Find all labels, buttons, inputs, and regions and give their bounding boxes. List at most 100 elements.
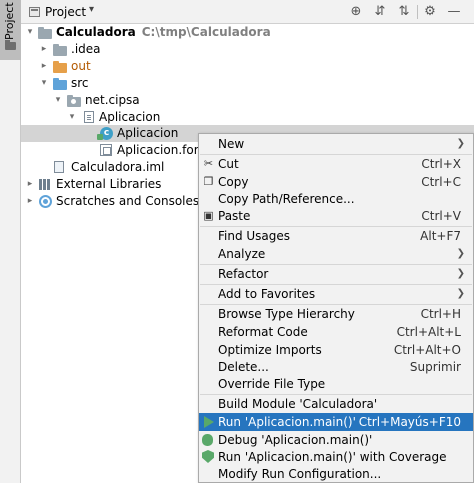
tree-node-root[interactable]: ▾ Calculadora C:\tmp\Calculadora xyxy=(21,24,474,41)
menu-shortcut: Ctrl+V xyxy=(421,209,461,223)
menu-item-add-favorites[interactable]: Add to Favorites ❯ xyxy=(199,285,473,303)
menu-label: Build Module 'Calculadora' xyxy=(218,397,378,411)
aplicacion-group-label: Aplicacion xyxy=(99,110,161,124)
scratches-icon xyxy=(39,195,52,208)
menu-label: Analyze xyxy=(218,247,266,261)
menu-item-delete[interactable]: Delete... Suprimir xyxy=(199,358,473,376)
cut-icon: ✂ xyxy=(203,157,214,170)
submenu-arrow-icon: ❯ xyxy=(456,268,465,279)
menu-item-browse-hierarchy[interactable]: Browse Type Hierarchy Ctrl+H xyxy=(199,305,473,323)
menu-item-reformat[interactable]: Reformat Code Ctrl+Alt+L xyxy=(199,323,473,341)
aplicacion-form-label: Aplicacion.form xyxy=(117,143,211,157)
menu-item-override-type[interactable]: Override File Type xyxy=(199,375,473,393)
out-label: out xyxy=(71,59,91,73)
menu-label: Paste xyxy=(218,209,251,223)
submenu-arrow-icon: ❯ xyxy=(456,288,465,299)
menu-item-new[interactable]: New ❯ xyxy=(199,135,473,153)
package-icon xyxy=(67,95,81,107)
menu-shortcut: Ctrl+H xyxy=(420,307,461,321)
module-folder-icon xyxy=(38,27,52,39)
submenu-arrow-icon: ❯ xyxy=(456,248,465,259)
toolbar-divider xyxy=(417,5,418,19)
aplicacion-class-label: Aplicacion xyxy=(117,126,179,140)
submenu-arrow-icon: ❯ xyxy=(456,138,465,149)
tree-node-idea[interactable]: ▸ .idea xyxy=(21,41,474,58)
collapsed-arrow-icon[interactable]: ▸ xyxy=(39,58,49,75)
menu-item-copy-path[interactable]: Copy Path/Reference... xyxy=(199,190,473,208)
context-menu: New ❯ ✂ Cut Ctrl+X ❐ Copy Ctrl+C Copy Pa… xyxy=(198,133,474,483)
menu-label: Debug 'Aplicacion.main()' xyxy=(218,433,373,447)
collapse-all-icon[interactable]: ⇅ xyxy=(395,3,413,21)
src-label: src xyxy=(71,76,89,90)
locate-icon[interactable]: ⊕ xyxy=(347,3,365,21)
menu-item-optimize-imports[interactable]: Optimize Imports Ctrl+Alt+O xyxy=(199,341,473,359)
tree-node-src[interactable]: ▾ src xyxy=(21,75,474,92)
gear-icon[interactable]: ⚙ xyxy=(421,3,439,21)
menu-item-cut[interactable]: ✂ Cut Ctrl+X xyxy=(199,155,473,173)
menu-label: Modify Run Configuration... xyxy=(218,467,382,481)
chevron-down-icon[interactable]: ▾ xyxy=(89,4,94,15)
root-path: C:\tmp\Calculadora xyxy=(141,25,271,39)
menu-shortcut: Ctrl+Mayús+F10 xyxy=(358,415,461,429)
tree-node-aplicacion-group[interactable]: ▾ Aplicacion xyxy=(21,109,474,126)
menu-item-analyze[interactable]: Analyze ❯ xyxy=(199,245,473,263)
external-libraries-label: External Libraries xyxy=(56,177,162,191)
menu-item-refactor[interactable]: Refactor ❯ xyxy=(199,265,473,283)
menu-item-run[interactable]: Run 'Aplicacion.main()' Ctrl+Mayús+F10 xyxy=(199,413,473,431)
java-class-icon: c xyxy=(97,127,113,140)
project-header: Project ▾ ⊕ ⇵ ⇅ ⚙ — xyxy=(21,0,474,24)
tree-node-out[interactable]: ▸ out xyxy=(21,58,474,75)
menu-item-paste[interactable]: ▣ Paste Ctrl+V xyxy=(199,207,473,225)
package-label: net.cipsa xyxy=(85,93,140,107)
folder-icon xyxy=(5,40,16,50)
paste-icon: ▣ xyxy=(203,209,214,222)
menu-item-coverage[interactable]: Run 'Aplicacion.main()' with Coverage xyxy=(199,448,473,466)
menu-shortcut: Ctrl+Alt+L xyxy=(396,325,461,339)
collapsed-arrow-icon[interactable]: ▸ xyxy=(25,193,35,210)
form-group-icon xyxy=(84,111,94,123)
run-icon xyxy=(204,416,214,428)
menu-label: Copy xyxy=(218,175,249,189)
expand-arrow-icon[interactable]: ▾ xyxy=(67,109,77,126)
collapsed-arrow-icon[interactable]: ▸ xyxy=(25,176,35,193)
expand-all-icon[interactable]: ⇵ xyxy=(371,3,389,21)
menu-item-debug[interactable]: Debug 'Aplicacion.main()' xyxy=(199,431,473,449)
menu-label: Delete... xyxy=(218,360,269,374)
menu-shortcut: Suprimir xyxy=(409,360,461,374)
menu-item-find-usages[interactable]: Find Usages Alt+F7 xyxy=(199,227,473,245)
project-tab-label: Project xyxy=(3,2,16,40)
hide-icon[interactable]: — xyxy=(445,3,463,21)
menu-item-modify-run[interactable]: Modify Run Configuration... xyxy=(199,465,473,483)
expand-arrow-icon[interactable]: ▾ xyxy=(39,75,49,92)
menu-item-build-module[interactable]: Build Module 'Calculadora' xyxy=(199,395,473,413)
menu-label: Cut xyxy=(218,157,239,171)
expand-arrow-icon[interactable]: ▾ xyxy=(25,24,35,41)
folder-icon xyxy=(53,44,67,56)
library-icon xyxy=(39,179,53,190)
tree-node-package[interactable]: ▾ net.cipsa xyxy=(21,92,474,109)
menu-label: Optimize Imports xyxy=(218,343,322,357)
menu-label: Reformat Code xyxy=(218,325,308,339)
iml-label: Calculadora.iml xyxy=(71,160,165,174)
tool-window-strip: Project xyxy=(0,0,21,483)
menu-shortcut: Ctrl+X xyxy=(421,157,461,171)
idea-label: .idea xyxy=(71,42,101,56)
copy-icon: ❐ xyxy=(203,175,214,188)
menu-label: New xyxy=(218,137,245,151)
form-file-icon xyxy=(100,144,112,156)
collapsed-arrow-icon[interactable]: ▸ xyxy=(39,41,49,58)
menu-label: Browse Type Hierarchy xyxy=(218,307,355,321)
scratches-label: Scratches and Consoles xyxy=(56,194,200,208)
project-tool-tab[interactable]: Project xyxy=(0,0,21,60)
excluded-folder-icon xyxy=(53,61,67,73)
menu-shortcut: Ctrl+Alt+O xyxy=(393,343,461,357)
source-folder-icon xyxy=(53,78,67,90)
menu-item-copy[interactable]: ❐ Copy Ctrl+C xyxy=(199,173,473,191)
coverage-icon xyxy=(202,450,214,463)
menu-label: Run 'Aplicacion.main()' xyxy=(218,415,356,429)
iml-file-icon xyxy=(54,161,64,173)
menu-label: Add to Favorites xyxy=(218,287,316,301)
project-view-title[interactable]: Project xyxy=(45,5,86,19)
expand-arrow-icon[interactable]: ▾ xyxy=(53,92,63,109)
debug-icon xyxy=(202,434,213,446)
